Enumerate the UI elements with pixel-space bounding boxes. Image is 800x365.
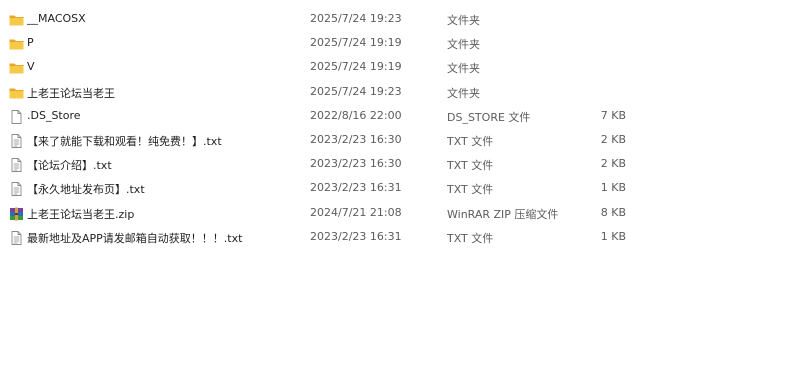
folder-icon <box>9 13 24 27</box>
file-size: 2 KB <box>600 132 626 146</box>
file-type: 文件夹 <box>447 62 480 76</box>
file-size: 8 KB <box>600 205 626 219</box>
file-type: TXT 文件 <box>447 231 494 245</box>
file-name: V <box>27 60 35 74</box>
blank-file-icon <box>9 109 24 124</box>
file-list: __MACOSX 2025/7/24 19:23 文件夹 P 2025/7/24… <box>0 8 800 250</box>
file-type: 文件夹 <box>447 14 480 27</box>
file-type: TXT 文件 <box>447 159 494 173</box>
file-name: 上老王论坛当老王.zip <box>27 207 135 221</box>
file-type: TXT 文件 <box>447 134 494 148</box>
file-name: 最新地址及APP请发邮箱自动获取！！！.txt <box>27 231 243 245</box>
file-date-modified: 2024/7/21 21:08 <box>310 205 402 219</box>
file-name: 【来了就能下载和观看！纯免费！】.txt <box>27 134 222 148</box>
file-type: DS_STORE 文件 <box>447 110 531 124</box>
file-size: 2 KB <box>600 157 626 171</box>
file-name: __MACOSX <box>27 12 86 25</box>
file-date-modified: 2025/7/24 19:23 <box>310 84 402 98</box>
file-type: 文件夹 <box>447 86 480 100</box>
file-date-modified: 2025/7/24 19:23 <box>310 12 402 25</box>
file-size: 1 KB <box>600 181 626 195</box>
file-name: 【永久地址发布页】.txt <box>27 183 145 197</box>
file-name: 上老王论坛当老王 <box>27 86 115 100</box>
file-row-v[interactable]: V 2025/7/24 19:19 文件夹 <box>0 56 800 80</box>
file-date-modified: 2023/2/23 16:31 <box>310 229 402 243</box>
folder-icon <box>9 37 24 51</box>
file-size: 7 KB <box>600 108 626 122</box>
file-size: 1 KB <box>600 229 626 243</box>
text-file-icon <box>9 133 24 148</box>
file-row-folder-laowang[interactable]: 上老王论坛当老王 2025/7/24 19:23 文件夹 <box>0 81 800 105</box>
file-row-txt-intro[interactable]: 【论坛介绍】.txt 2023/2/23 16:30 TXT 文件 2 KB <box>0 153 800 177</box>
file-date-modified: 2022/8/16 22:00 <box>310 108 402 122</box>
file-row-txt-app[interactable]: 最新地址及APP请发邮箱自动获取！！！.txt 2023/2/23 16:31 … <box>0 226 800 250</box>
file-date-modified: 2023/2/23 16:30 <box>310 157 402 171</box>
file-type: WinRAR ZIP 压缩文件 <box>447 207 559 221</box>
file-row-macosx[interactable]: __MACOSX 2025/7/24 19:23 文件夹 <box>0 8 800 32</box>
file-type: TXT 文件 <box>447 183 494 197</box>
folder-icon <box>9 86 24 100</box>
text-file-icon <box>9 182 24 197</box>
file-name: P <box>27 36 34 50</box>
file-row-txt-free[interactable]: 【来了就能下载和观看！纯免费！】.txt 2023/2/23 16:30 TXT… <box>0 129 800 153</box>
file-row-p[interactable]: P 2025/7/24 19:19 文件夹 <box>0 32 800 56</box>
file-row-ds-store[interactable]: .DS_Store 2022/8/16 22:00 DS_STORE 文件 7 … <box>0 105 800 129</box>
file-date-modified: 2025/7/24 19:19 <box>310 36 402 50</box>
text-file-icon <box>9 230 24 245</box>
file-row-zip[interactable]: 上老王论坛当老王.zip 2024/7/21 21:08 WinRAR ZIP … <box>0 202 800 226</box>
file-date-modified: 2023/2/23 16:31 <box>310 181 402 195</box>
text-file-icon <box>9 158 24 173</box>
folder-icon <box>9 61 24 75</box>
file-date-modified: 2025/7/24 19:19 <box>310 60 402 74</box>
file-name: 【论坛介绍】.txt <box>27 159 112 173</box>
file-date-modified: 2023/2/23 16:30 <box>310 132 402 146</box>
file-name: .DS_Store <box>27 108 81 122</box>
file-row-txt-address[interactable]: 【永久地址发布页】.txt 2023/2/23 16:31 TXT 文件 1 K… <box>0 177 800 201</box>
winrar-archive-icon <box>9 207 24 221</box>
file-type: 文件夹 <box>447 38 480 52</box>
